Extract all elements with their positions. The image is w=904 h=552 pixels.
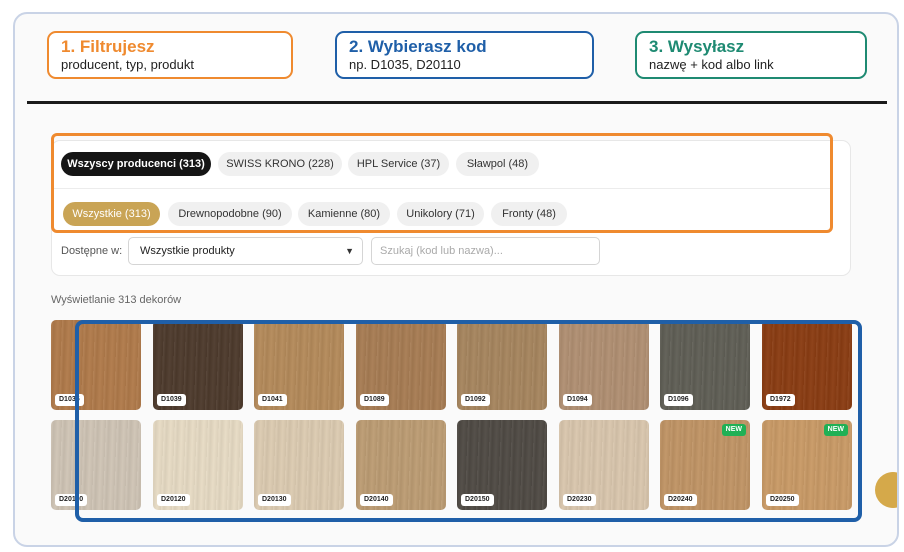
decor-code-label: D1035 — [55, 394, 84, 406]
decor-tile[interactable]: D20230 — [559, 420, 649, 510]
product-select[interactable]: Wszystkie produkty ▼ — [128, 237, 363, 265]
decor-tile[interactable]: D1096 — [660, 320, 750, 410]
step-1-box: 1. Filtrujesz producent, typ, produkt — [47, 31, 293, 79]
type-pill-solid-colors[interactable]: Unikolory (71) — [397, 202, 484, 226]
decor-tile[interactable]: D20140 — [356, 420, 446, 510]
step-1-title: 1. Filtrujesz — [61, 37, 155, 56]
decor-code-label: D20150 — [461, 494, 494, 506]
type-pill-fronts[interactable]: Fronty (48) — [491, 202, 567, 226]
decor-tile[interactable]: D1972 — [762, 320, 852, 410]
type-pill-all[interactable]: Wszystkie (313) — [63, 202, 160, 226]
decor-code-label: D1096 — [664, 394, 693, 406]
decor-code-label: D20110 — [55, 494, 88, 506]
step-2-subtitle: np. D1035, D20110 — [349, 57, 461, 72]
type-pill-wood[interactable]: Drewnopodobne (90) — [168, 202, 292, 226]
decor-tile[interactable]: D1035 — [51, 320, 141, 410]
decor-tile[interactable]: D1041 — [254, 320, 344, 410]
decor-tile[interactable]: D1039 — [153, 320, 243, 410]
decor-tile[interactable]: D20150 — [457, 420, 547, 510]
decor-code-label: D20130 — [258, 494, 291, 506]
decor-tile[interactable]: D20250 NEW — [762, 420, 852, 510]
step-3-subtitle: nazwę + kod albo link — [649, 57, 774, 72]
decor-tile[interactable]: D20110 — [51, 420, 141, 510]
step-3-title: 3. Wysyłasz — [649, 37, 745, 56]
decor-code-label: D20120 — [157, 494, 190, 506]
decor-tile[interactable]: D20120 — [153, 420, 243, 510]
results-count: Wyświetlanie 313 dekorów — [51, 294, 182, 306]
new-badge: NEW — [721, 424, 746, 436]
decor-code-label: D20140 — [360, 494, 393, 506]
filter-row-divider — [51, 188, 831, 189]
chevron-down-icon: ▼ — [345, 246, 354, 256]
decor-code-label: D20240 — [664, 494, 697, 506]
step-2-box: 2. Wybierasz kod np. D1035, D20110 — [335, 31, 594, 79]
type-pill-stone[interactable]: Kamienne (80) — [298, 202, 390, 226]
section-divider — [27, 101, 887, 104]
step-3-box: 3. Wysyłasz nazwę + kod albo link — [635, 31, 867, 79]
decor-code-label: D20250 — [766, 494, 799, 506]
producer-pill-all[interactable]: Wszyscy producenci (313) — [61, 152, 211, 176]
decor-tile[interactable]: D20130 — [254, 420, 344, 510]
decor-code-label: D1089 — [360, 394, 389, 406]
search-input[interactable] — [371, 237, 600, 265]
decor-code-label: D1039 — [157, 394, 186, 406]
decor-code-label: D20230 — [563, 494, 596, 506]
decor-tile[interactable]: D1092 — [457, 320, 547, 410]
decor-code-label: D1092 — [461, 394, 490, 406]
decor-tile[interactable]: D1089 — [356, 320, 446, 410]
step-2-title: 2. Wybierasz kod — [349, 37, 487, 56]
decor-code-label: D1041 — [258, 394, 287, 406]
scroll-button[interactable] — [875, 472, 897, 508]
decor-tile[interactable]: D20240 NEW — [660, 420, 750, 510]
decor-tile[interactable]: D1094 — [559, 320, 649, 410]
decor-code-label: D1094 — [563, 394, 592, 406]
main-frame: 1. Filtrujesz producent, typ, produkt 2.… — [13, 12, 899, 547]
producer-pill-swiss-krono[interactable]: SWISS KRONO (228) — [218, 152, 342, 176]
availability-label: Dostępne w: — [61, 245, 123, 257]
decor-code-label: D1972 — [766, 394, 795, 406]
new-badge: NEW — [823, 424, 848, 436]
producer-pill-slawpol[interactable]: Sławpol (48) — [456, 152, 539, 176]
product-select-value: Wszystkie produkty — [140, 245, 235, 257]
producer-pill-hpl-service[interactable]: HPL Service (37) — [348, 152, 449, 176]
step-1-subtitle: producent, typ, produkt — [61, 57, 194, 72]
